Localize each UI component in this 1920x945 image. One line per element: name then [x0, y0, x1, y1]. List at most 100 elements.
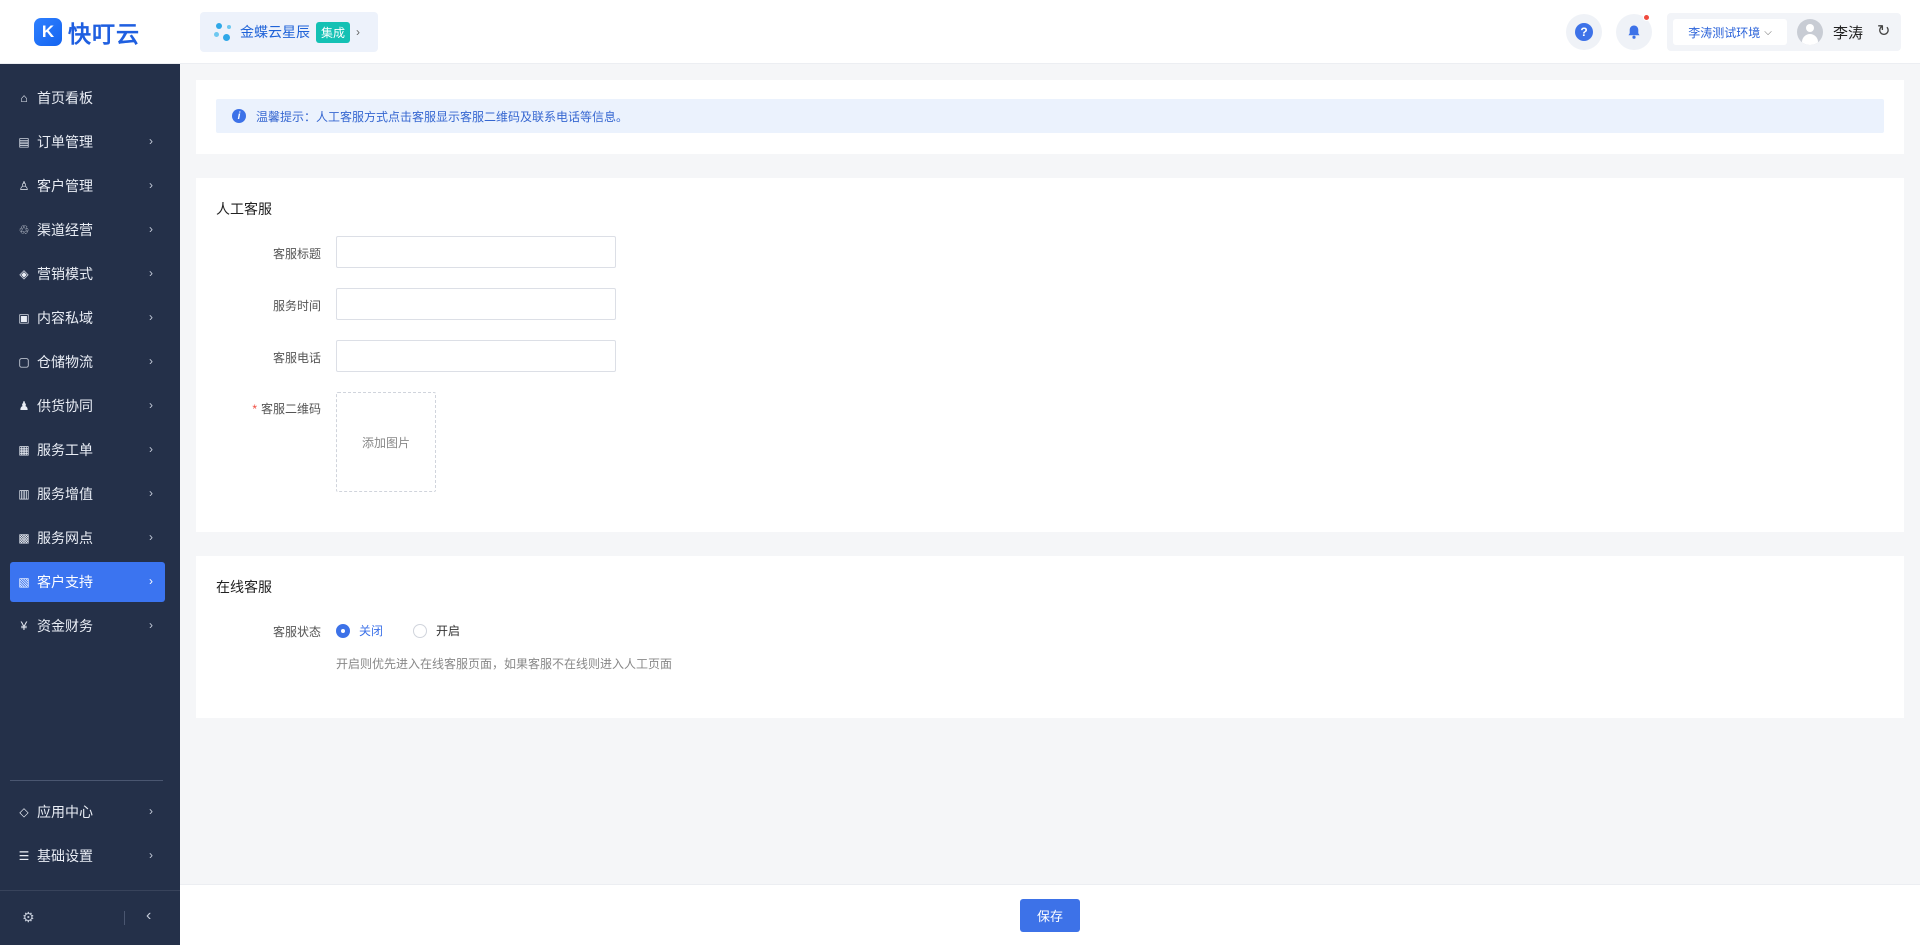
service-phone-input[interactable]	[336, 340, 616, 372]
notification-dot	[1643, 14, 1650, 21]
sidebar-item-label: 营销模式	[37, 266, 93, 282]
app-logo[interactable]: K 快叮云	[0, 0, 180, 64]
radio-dot	[336, 623, 350, 638]
required-mark: *	[252, 402, 257, 416]
chevron-right-icon: ›	[149, 354, 153, 368]
info-icon: i	[232, 109, 246, 123]
sidebar-item-label: 资金财务	[37, 618, 93, 634]
sidebar-footer-separator	[124, 911, 125, 925]
brand-name: 金蝶云星辰	[240, 24, 310, 40]
service-hours-input[interactable]	[336, 288, 616, 320]
sidebar-item-icon: ▤	[18, 135, 30, 149]
brand-dots-icon	[214, 20, 234, 44]
sidebar-item-label: 基础设置	[37, 848, 93, 864]
status-radio-off[interactable]: 关闭	[336, 622, 383, 639]
sidebar-item-0[interactable]: ⌂ 首页看板	[10, 78, 165, 118]
radio-label: 关闭	[359, 624, 384, 638]
sidebar-item-bottom-1[interactable]: ☰ 基础设置 ›	[10, 836, 165, 876]
sidebar-item-icon: ▩	[18, 531, 30, 545]
sidebar-item-label: 服务增值	[37, 486, 93, 502]
sidebar-item-label: 客户管理	[37, 178, 93, 194]
field-label-phone: 客服电话	[272, 351, 321, 365]
user-name[interactable]: 李涛	[1833, 22, 1863, 43]
sidebar-item-1[interactable]: ▤ 订单管理 ›	[10, 122, 165, 162]
help-button[interactable]: ?	[1566, 14, 1602, 50]
env-select[interactable]: 李涛测试环境 ⌵	[1673, 19, 1787, 45]
online-service-card: 在线客服 客服状态 关闭 开启 开启则优先进入在线客服页面，如果客服不在线则进入…	[196, 556, 1904, 718]
sidebar-item-label: 仓储物流	[37, 354, 93, 370]
sidebar-item-6[interactable]: ▢ 仓储物流 ›	[10, 342, 165, 382]
sidebar-divider	[10, 780, 163, 781]
chevron-right-icon: ›	[149, 178, 153, 192]
field-label-title: 客服标题	[272, 247, 321, 261]
sidebar-item-icon: ☰	[18, 849, 30, 863]
sidebar-item-icon: ▦	[18, 443, 30, 457]
qrcode-label-text: 客服二维码	[260, 402, 321, 416]
brand-switcher[interactable]: 金蝶云星辰 集成 ›	[200, 12, 378, 52]
status-radio-on[interactable]: 开启	[413, 622, 460, 639]
refresh-icon[interactable]: ↻	[1877, 21, 1890, 41]
sidebar: ⌂ 首页看板 ▤ 订单管理 › ♙ 客户管理 › ♲ 渠道经营 › ◈ 营销模式 › ▣ 内容私域 › ▢ 仓储物流…	[0, 64, 180, 945]
sidebar-item-icon: ♙	[18, 179, 30, 193]
logo-text: 快叮云	[68, 21, 140, 47]
sidebar-item-3[interactable]: ♲ 渠道经营 ›	[10, 210, 165, 250]
chevron-right-icon: ›	[149, 222, 153, 236]
settings-gear-icon[interactable]: ⚙	[22, 909, 35, 926]
notification-button[interactable]	[1616, 14, 1652, 50]
upload-text: 添加图片	[361, 435, 410, 450]
sidebar-item-label: 渠道经营	[37, 222, 93, 238]
bell-icon	[1628, 25, 1640, 39]
collapse-sidebar-icon[interactable]: ‹	[146, 907, 151, 925]
user-area: 李涛测试环境 ⌵ 李涛 ↻	[1667, 13, 1901, 51]
sidebar-item-10[interactable]: ▩ 服务网点 ›	[10, 518, 165, 558]
chevron-right-icon: ›	[356, 25, 361, 39]
sidebar-item-9[interactable]: ▥ 服务增值 ›	[10, 474, 165, 514]
field-label-qrcode: * 客服二维码	[196, 400, 321, 417]
sidebar-item-label: 内容私域	[37, 310, 93, 326]
chevron-down-icon: ⌵	[1764, 26, 1772, 38]
sidebar-item-11[interactable]: ▧ 客户支持 ›	[10, 562, 165, 602]
brand-badge: 集成	[316, 21, 351, 43]
sidebar-item-8[interactable]: ▦ 服务工单 ›	[10, 430, 165, 470]
chevron-right-icon: ›	[149, 398, 153, 412]
sidebar-item-icon: ▢	[18, 355, 30, 369]
qrcode-upload[interactable]: 添加图片	[336, 392, 436, 492]
sidebar-item-icon: ◈	[19, 267, 29, 281]
sidebar-item-icon: ▥	[18, 487, 30, 501]
sidebar-item-12[interactable]: ¥ 资金财务 ›	[10, 606, 165, 646]
sidebar-item-icon: ⌂	[20, 91, 28, 105]
online-service-title: 在线客服	[216, 579, 272, 595]
sidebar-item-icon: ♟	[18, 399, 30, 413]
save-button[interactable]: 保存	[1020, 899, 1080, 932]
sidebar-item-2[interactable]: ♙ 客户管理 ›	[10, 166, 165, 206]
sidebar-item-icon: ▣	[18, 311, 30, 325]
chevron-right-icon: ›	[149, 574, 153, 588]
chevron-right-icon: ›	[149, 266, 153, 280]
chevron-right-icon: ›	[149, 848, 153, 862]
sidebar-item-label: 供货协同	[37, 398, 93, 414]
chevron-right-icon: ›	[149, 442, 153, 456]
manual-service-title: 人工客服	[216, 201, 272, 217]
avatar[interactable]	[1797, 19, 1823, 45]
sidebar-item-5[interactable]: ▣ 内容私域 ›	[10, 298, 165, 338]
question-circle-icon: ?	[1575, 23, 1593, 41]
notice-banner: i 温馨提示：人工客服方式点击客服显示客服二维码及联系电话等信息。	[216, 99, 1884, 133]
sidebar-item-icon: ¥	[20, 619, 28, 633]
sidebar-item-icon: ▧	[18, 575, 30, 589]
chevron-right-icon: ›	[149, 310, 153, 324]
sidebar-item-label: 应用中心	[37, 804, 93, 820]
top-header: K 快叮云 金蝶云星辰 集成 › ? 李涛测试环境 ⌵ 李涛 ↻	[0, 0, 1920, 64]
service-title-input[interactable]	[336, 236, 616, 268]
chevron-right-icon: ›	[149, 486, 153, 500]
status-hint: 开启则优先进入在线客服页面，如果客服不在线则进入人工页面	[336, 657, 673, 671]
sidebar-item-7[interactable]: ♟ 供货协同 ›	[10, 386, 165, 426]
chevron-right-icon: ›	[149, 804, 153, 818]
sidebar-item-icon: ◇	[19, 805, 29, 819]
logo-icon: K	[34, 18, 62, 46]
env-select-value: 李涛测试环境	[1688, 25, 1761, 40]
sidebar-item-4[interactable]: ◈ 营销模式 ›	[10, 254, 165, 294]
radio-dot	[413, 623, 427, 638]
sidebar-item-bottom-0[interactable]: ◇ 应用中心 ›	[10, 792, 165, 832]
sidebar-item-label: 服务网点	[37, 530, 93, 546]
chevron-right-icon: ›	[149, 530, 153, 544]
